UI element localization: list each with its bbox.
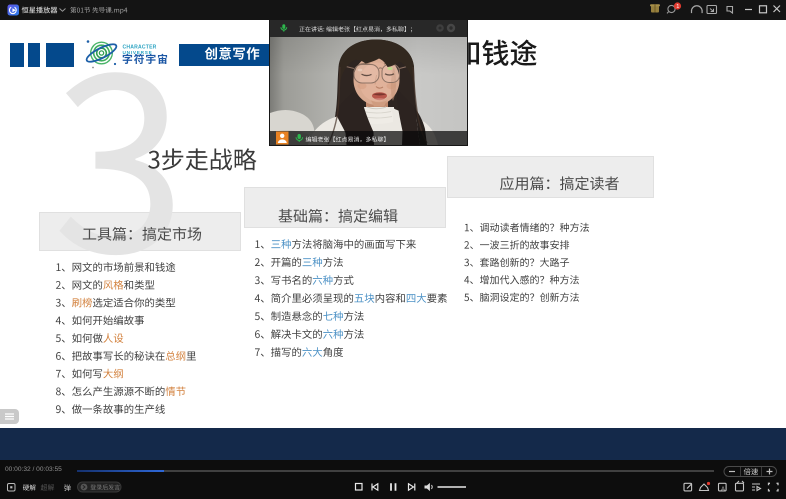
svg-text:1: 1 — [676, 4, 679, 10]
svg-text:A: A — [721, 487, 725, 493]
svg-text:UNIVERSE: UNIVERSE — [123, 50, 153, 55]
